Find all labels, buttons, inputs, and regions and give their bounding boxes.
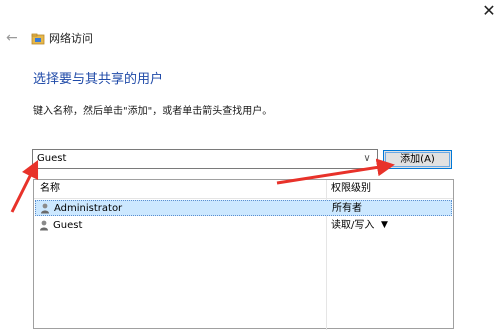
close-icon[interactable]: ✕ — [480, 2, 498, 20]
user-list[interactable]: 名称 权限级别 Administrator 所有者 Guest 读取/写入 ▼ — [33, 179, 454, 330]
annotation-arrow-to-input — [10, 159, 39, 213]
user-name-input[interactable]: Guest — [37, 151, 66, 167]
permission-level: 所有者 — [332, 203, 362, 214]
window-title: 网络访问 — [49, 32, 93, 45]
user-name-combobox[interactable]: Guest ∨ — [32, 149, 378, 169]
page-heading: 选择要与其共享的用户 — [33, 72, 164, 87]
user-icon — [41, 203, 49, 214]
instruction-text: 键入名称，然后单击"添加"，或者单击箭头查找用户。 — [33, 106, 273, 117]
permission-level[interactable]: 读取/写入 — [331, 218, 374, 233]
user-icon — [40, 220, 48, 231]
list-item[interactable]: Administrator 所有者 — [35, 200, 452, 216]
back-arrow-icon[interactable]: ← — [6, 31, 20, 45]
dropdown-arrow-icon[interactable]: ▼ — [381, 218, 388, 233]
list-item[interactable]: Guest 读取/写入 ▼ — [35, 218, 452, 234]
user-name: Guest — [53, 220, 83, 231]
list-header: 名称 权限级别 — [34, 180, 453, 199]
column-header-name[interactable]: 名称 — [40, 181, 60, 197]
chevron-down-icon[interactable]: ∨ — [360, 152, 374, 166]
add-button[interactable]: 添加(A) — [383, 150, 452, 169]
column-header-permission[interactable]: 权限级别 — [331, 181, 371, 197]
user-name: Administrator — [54, 203, 123, 214]
dialog: ✕ ← 网络访问 选择要与其共享的用户 键入名称，然后单击"添加"，或者单击箭头… — [0, 0, 500, 330]
network-folder-icon — [31, 33, 45, 45]
